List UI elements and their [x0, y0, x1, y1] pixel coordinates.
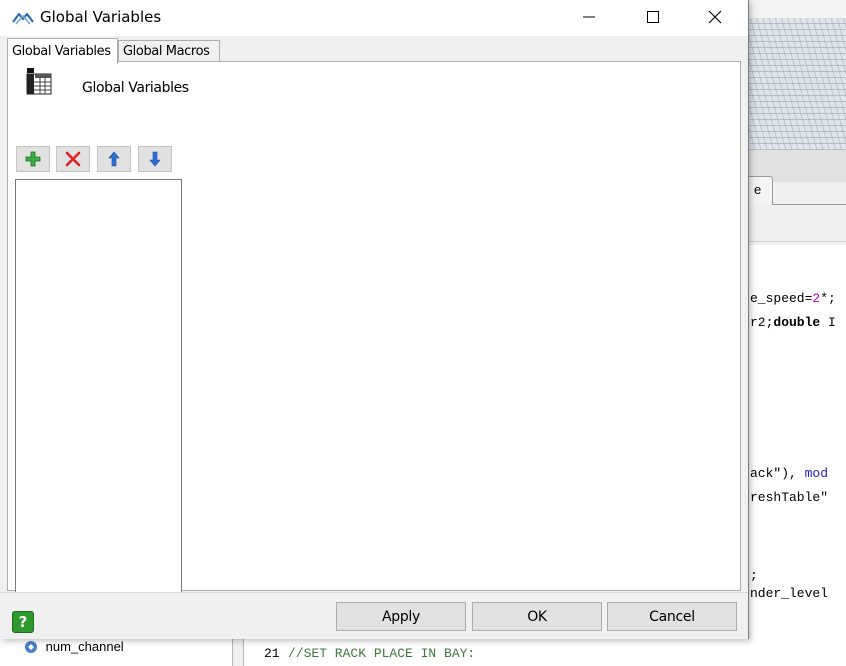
- code-token: e_speed=: [750, 291, 813, 306]
- tab-global-variables[interactable]: Global Variables: [7, 38, 118, 64]
- code-token: r2;: [750, 315, 774, 330]
- tab-global-macros[interactable]: Global Macros: [118, 40, 220, 62]
- tree-item-label: num_channel: [45, 639, 124, 655]
- background-tab-label: e: [754, 182, 762, 197]
- code-token: reshTable": [750, 490, 829, 505]
- move-up-button[interactable]: [97, 146, 131, 172]
- code-line: ;: [750, 568, 758, 583]
- delete-icon: [65, 151, 81, 167]
- code-token: ;: [750, 568, 758, 583]
- minimize-icon: [583, 16, 595, 18]
- code-line: ack"), mod: [750, 466, 828, 481]
- code-token: nder_level: [750, 586, 829, 601]
- background-3d-view[interactable]: [748, 18, 846, 150]
- table-icon: [26, 68, 52, 95]
- tree-item-num-channel[interactable]: num_channel: [24, 638, 124, 654]
- code-line: e_speed=2*;: [750, 291, 836, 306]
- close-button[interactable]: [692, 0, 738, 34]
- dialog-titlebar[interactable]: Global Variables: [0, 0, 748, 36]
- section-label: Global Variables: [82, 80, 189, 96]
- move-down-button[interactable]: [138, 146, 172, 172]
- maximize-button[interactable]: [630, 0, 676, 34]
- delete-variable-button[interactable]: [56, 146, 90, 172]
- add-variable-button[interactable]: [16, 146, 50, 172]
- close-icon: [708, 10, 722, 24]
- code-line: r2;double I: [750, 315, 836, 330]
- code-line: reshTable": [750, 490, 828, 505]
- background-code-editor[interactable]: [748, 245, 846, 666]
- global-variables-dialog: Global Variables Global Variables Global…: [0, 0, 749, 639]
- ok-button[interactable]: OK: [472, 602, 602, 631]
- background-editor-header: [748, 205, 846, 242]
- background-top-strip: [748, 0, 846, 19]
- line-number: 21: [264, 646, 280, 661]
- arrow-down-icon: [149, 151, 161, 167]
- minimize-button[interactable]: [566, 0, 612, 34]
- help-button[interactable]: ?: [12, 611, 34, 633]
- dialog-client-area: Global Variables Global Macros Global Va…: [0, 36, 748, 639]
- variables-list[interactable]: [15, 179, 182, 609]
- apply-button[interactable]: Apply: [336, 602, 466, 631]
- dialog-title: Global Variables: [40, 8, 162, 26]
- code-line: nder_level: [750, 586, 828, 601]
- tab-panel-global-variables: Global Variables: [7, 61, 741, 609]
- code-token: *;: [820, 291, 836, 306]
- app-logo-icon: [12, 12, 34, 25]
- variable-icon: [25, 640, 37, 653]
- arrow-up-icon: [108, 151, 120, 167]
- code-token: ack"),: [750, 466, 805, 481]
- cancel-button[interactable]: Cancel: [607, 602, 737, 631]
- code-token: mod: [804, 466, 829, 481]
- code-comment: //SET RACK PLACE IN BAY:: [288, 646, 476, 661]
- code-token: double: [773, 315, 829, 330]
- code-token: I: [828, 315, 836, 330]
- maximize-icon: [647, 11, 659, 23]
- add-icon: [25, 151, 41, 167]
